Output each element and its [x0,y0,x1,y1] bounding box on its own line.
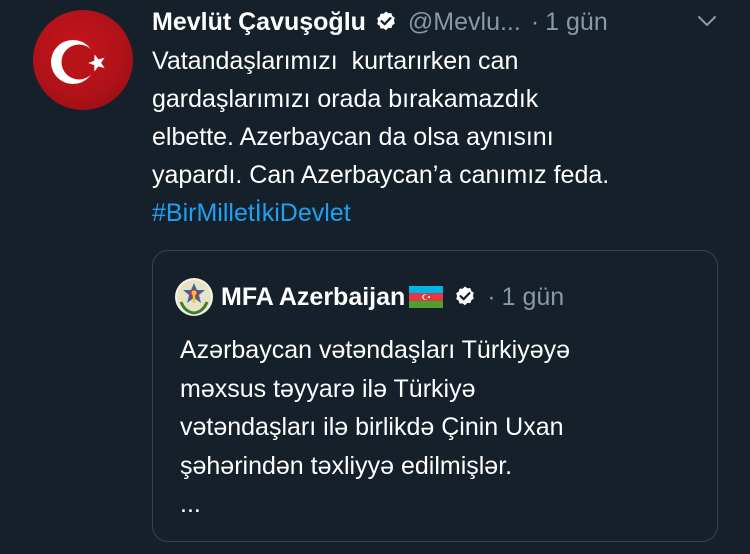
tweet-header: Mevlüt Çavuşoğlu @Mevlu... · 1 gün [152,4,726,40]
tweet-text: Vatandaşlarımızı kurtarırken can gardaşl… [152,42,732,232]
quoted-text-line: şəhərindən təxliyyə edilmişlər. [180,451,513,480]
quoted-text-line: vətəndaşları ilə birlikdə Çinin Uxan [180,413,564,441]
author-name[interactable]: Mevlüt Çavuşoğlu [152,8,366,37]
tweet-timestamp[interactable]: 1 gün [545,8,608,37]
tweet-text-line: elbette. Azerbaycan da olsa aynısını [152,123,554,151]
quoted-tweet-header: MFA Azerbaijan · 1 gün [175,277,697,317]
tweet-text-line: Vatandaşlarımızı kurtarırken can [152,47,519,75]
quoted-text-line: məxsus təyyarə ilə Türkiyə [180,374,476,403]
quoted-text-line: Azərbaycan vətəndaşları Türkiyəyə [180,336,571,364]
author-handle[interactable]: @Mevlu... [408,8,521,37]
tweet-text-line: gardaşlarımızı orada bırakamazdık [152,85,539,113]
quoted-author-name[interactable]: MFA Azerbaijan [221,283,405,312]
separator-dot: · [487,282,496,311]
tweet-text-line: yapardı. Can Azerbaycan’a canımız feda. [152,161,610,189]
quoted-tweet-text: Azərbaycan vətəndaşları Türkiyəyə məxsus… [180,331,700,524]
turkish-flag-icon [51,40,105,84]
chevron-down-icon[interactable] [696,10,718,32]
hashtag-link[interactable]: #BirMilletİkiDevlet [152,194,732,232]
quoted-tweet-timestamp[interactable]: 1 gün [502,283,565,312]
azerbaijan-flag-icon [409,286,444,308]
truncation-ellipsis: ... [180,490,201,518]
quoted-author-avatar[interactable] [175,278,213,316]
separator-dot: · [530,7,540,36]
verified-badge-icon [374,10,398,34]
verified-badge-icon [453,285,477,309]
quoted-tweet-card[interactable]: MFA Azerbaijan · 1 gün Azərbaycan vətənd… [152,250,718,542]
azerbaijan-emblem-icon [177,280,211,315]
tweet[interactable]: Mevlüt Çavuşoğlu @Mevlu... · 1 gün Vatan… [0,0,750,554]
author-avatar[interactable] [33,10,133,110]
